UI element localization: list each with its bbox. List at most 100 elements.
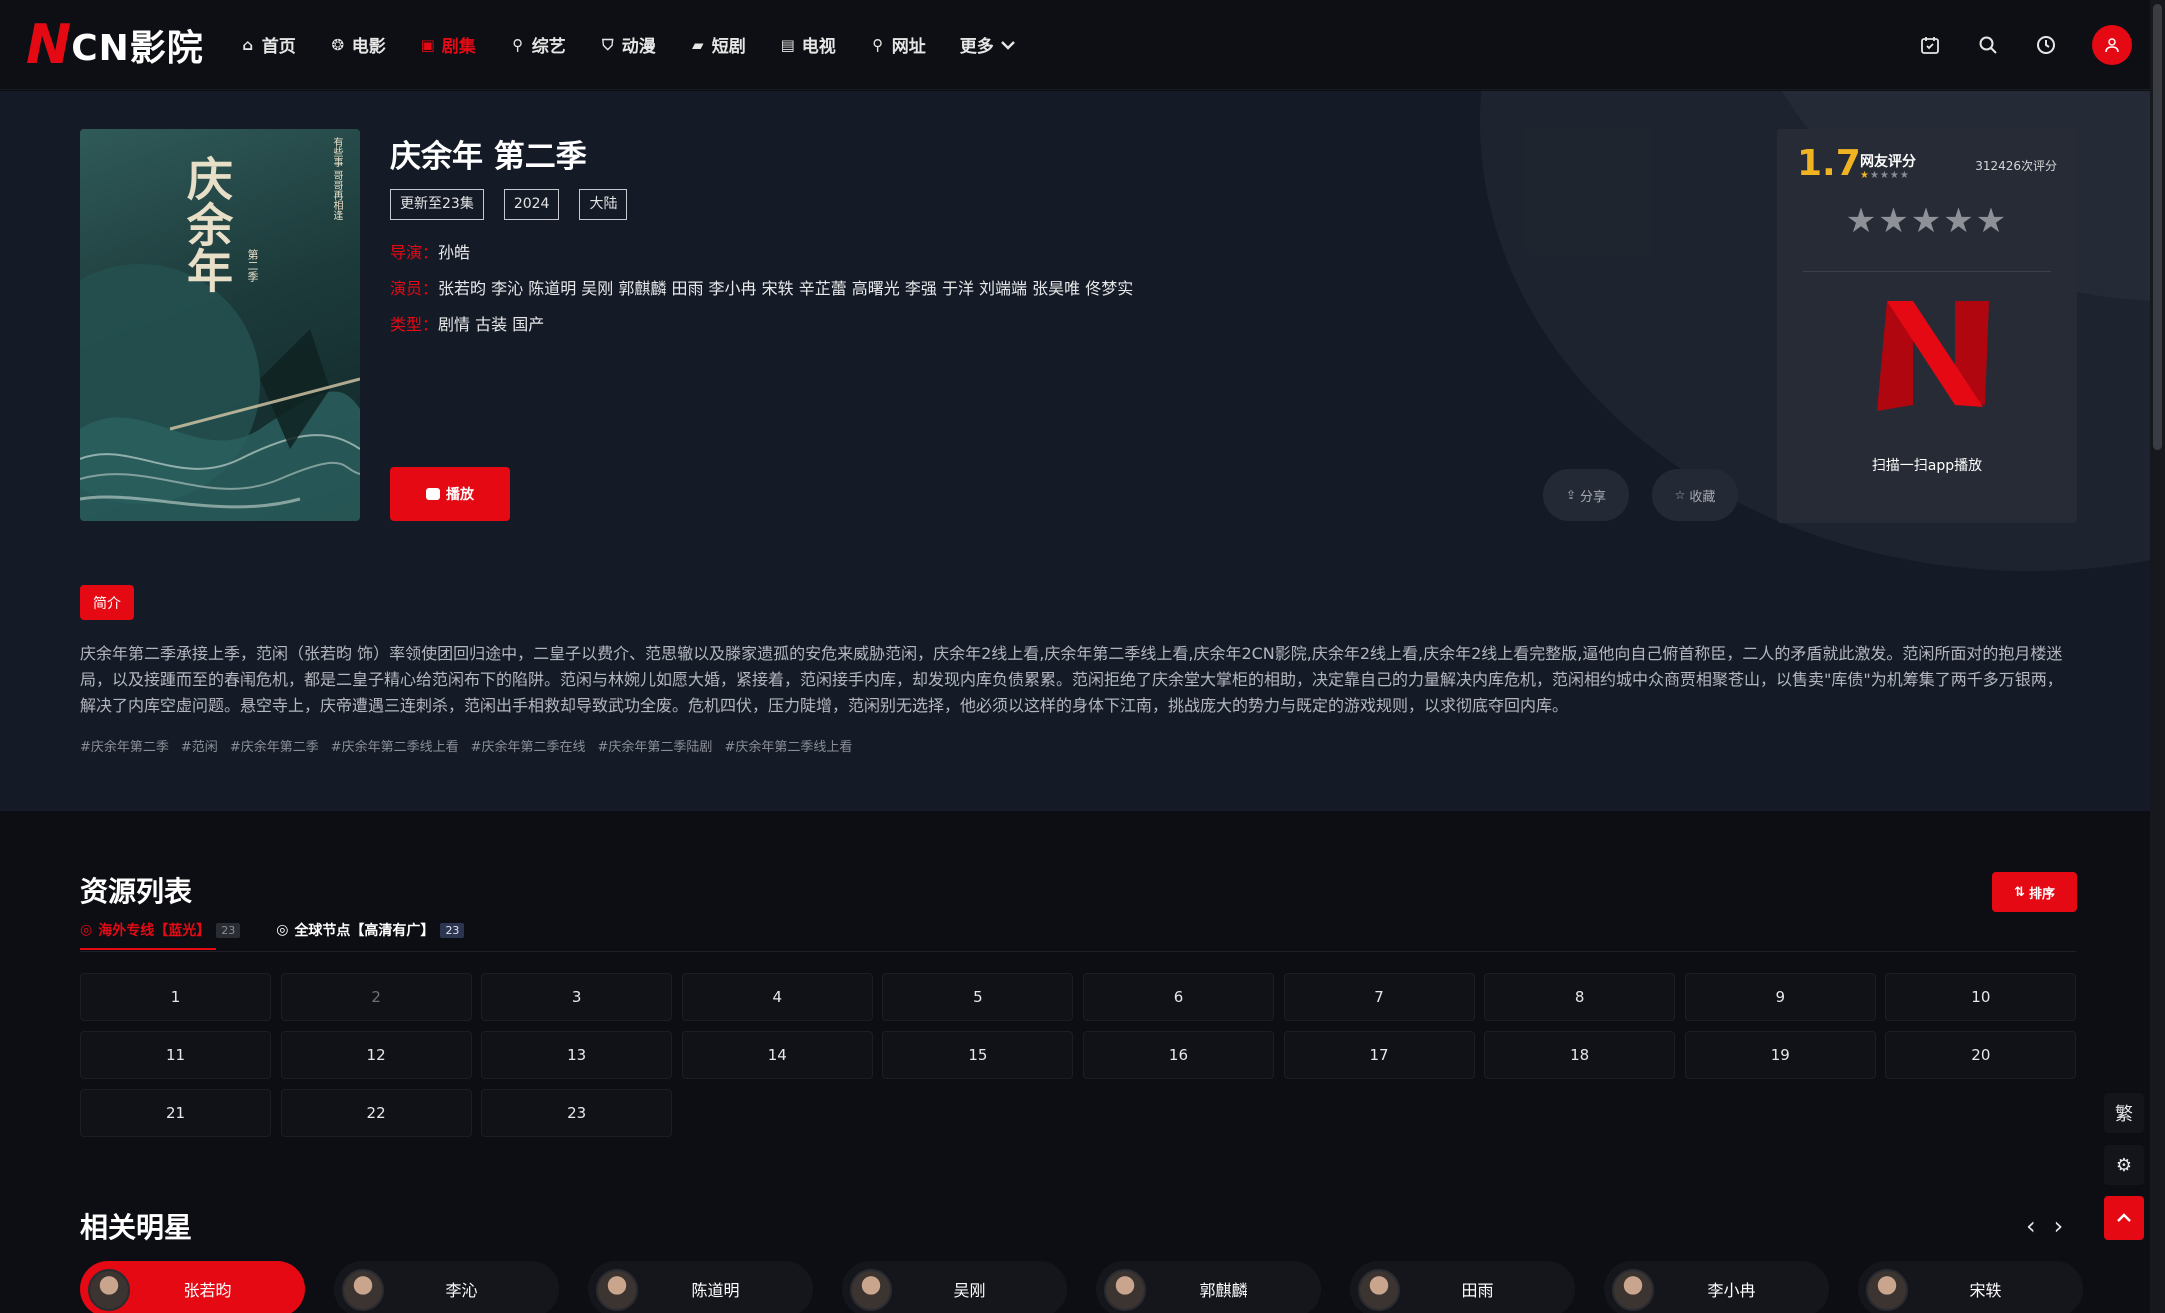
source-count: 23 xyxy=(216,922,241,938)
page-scrollbar[interactable] xyxy=(2150,0,2165,1313)
genre-label: 类型： xyxy=(390,315,439,334)
episode-button[interactable]: 22 xyxy=(280,1089,472,1137)
episode-button[interactable]: 20 xyxy=(1885,1031,2077,1079)
episode-button[interactable]: 19 xyxy=(1684,1031,1876,1079)
star-outline-icon: ☆ xyxy=(1674,488,1686,502)
director-label: 导演： xyxy=(390,243,439,262)
nav-tv[interactable]: ▤ 电视 xyxy=(780,32,836,58)
episode-button[interactable]: 14 xyxy=(681,1031,873,1079)
nav-anime[interactable]: ⛉ 动漫 xyxy=(600,32,656,58)
episode-button[interactable]: 4 xyxy=(681,973,873,1021)
play-button[interactable]: 播放 xyxy=(390,467,510,521)
nav-label: 电影 xyxy=(351,37,386,57)
favorite-label: 收藏 xyxy=(1689,489,1716,505)
cast-row: 演员：张若昀 李沁 陈道明 吴刚 郭麒麟 田雨 李小冉 宋轶 辛芷蕾 高曙光 李… xyxy=(390,275,1133,299)
site-logo[interactable]: N CN影院 xyxy=(26,17,204,72)
episode-button[interactable]: 16 xyxy=(1082,1031,1274,1079)
hashtag[interactable]: #庆余年第二季 xyxy=(80,736,169,755)
shield-icon: ⛉ xyxy=(602,35,614,54)
hashtag[interactable]: #庆余年第二季线上看 xyxy=(724,736,852,755)
episode-button[interactable]: 9 xyxy=(1684,973,1876,1021)
episode-button[interactable]: 17 xyxy=(1283,1031,1475,1079)
episode-button[interactable]: 15 xyxy=(882,1031,1074,1079)
traditional-chinese-toggle[interactable]: 繁 xyxy=(2104,1093,2144,1133)
star-item[interactable]: 李沁 xyxy=(334,1261,559,1313)
source-tab-overseas[interactable]: ◎ 海外专线【蓝光】 23 xyxy=(80,920,241,950)
episode-button[interactable]: 11 xyxy=(80,1031,271,1079)
star-item[interactable]: 田雨 xyxy=(1350,1261,1575,1313)
link-icon: ⚲ xyxy=(872,35,884,54)
history-clock-icon[interactable] xyxy=(2034,33,2058,57)
nav-series[interactable]: ▣ 剧集 xyxy=(420,32,476,58)
chevron-down-icon xyxy=(1000,36,1016,54)
calendar-check-icon[interactable] xyxy=(1918,33,1942,57)
hashtag[interactable]: #庆余年第二季 xyxy=(230,736,319,755)
back-to-top-button[interactable] xyxy=(2104,1196,2144,1240)
episode-button[interactable]: 5 xyxy=(882,973,1074,1021)
divider xyxy=(1803,271,2051,272)
star-item[interactable]: 宋轶 xyxy=(1858,1261,2083,1313)
episode-button[interactable]: 3 xyxy=(481,973,673,1021)
source-tab-global[interactable]: ◎ 全球节点【高清有广】 23 xyxy=(276,920,465,950)
source-name: 全球节点【高清有广】 xyxy=(294,923,435,939)
star-item[interactable]: 张若昀 xyxy=(80,1261,305,1313)
episode-button[interactable]: 18 xyxy=(1484,1031,1676,1079)
genre-value[interactable]: 剧情 古装 国产 xyxy=(438,315,544,334)
user-avatar-button[interactable] xyxy=(2092,25,2132,65)
user-icon xyxy=(2105,38,2119,53)
rate-stars[interactable]: ★★★★★ xyxy=(1777,201,2077,241)
episode-button[interactable]: 6 xyxy=(1082,973,1274,1021)
episode-button[interactable]: 1 xyxy=(80,973,271,1021)
search-icon[interactable] xyxy=(1976,33,2000,57)
star-item[interactable]: 吴刚 xyxy=(842,1261,1067,1313)
intro-text: 庆余年第二季承接上季，范闲（张若昀 饰）率领使团回归途中，二皇子以费介、范思辙以… xyxy=(80,644,2063,715)
hashtag[interactable]: #庆余年第二季在线 xyxy=(471,736,586,755)
episode-button[interactable]: 23 xyxy=(481,1089,673,1137)
nav-home[interactable]: ⌂ 首页 xyxy=(240,32,295,58)
episode-button[interactable]: 21 xyxy=(80,1089,271,1137)
nav-urls[interactable]: ⚲ 网址 xyxy=(870,32,926,58)
cast-value[interactable]: 张若昀 李沁 陈道明 吴刚 郭麒麟 田雨 李小冉 宋轶 辛芷蕾 高曙光 李强 于… xyxy=(438,279,1133,298)
director-value[interactable]: 孙皓 xyxy=(438,243,470,262)
episode-button[interactable]: 2 xyxy=(280,973,472,1021)
star-item[interactable]: 郭麒麟 xyxy=(1096,1261,1321,1313)
genre-row: 类型：剧情 古装 国产 xyxy=(390,311,544,335)
share-button[interactable]: ⇪ 分享 xyxy=(1543,469,1629,521)
stars-row: 张若昀 李沁 陈道明 吴刚 郭麒麟 田雨 李小冉 宋轶 xyxy=(80,1261,2083,1313)
nav-more[interactable]: 更多 xyxy=(960,32,1016,57)
poster-image[interactable]: 庆余年 第二季 有些事 哥哥再相逢 xyxy=(80,129,360,521)
tag-region[interactable]: 大陆 xyxy=(579,189,628,220)
episode-button[interactable]: 12 xyxy=(280,1031,472,1079)
star-avatar xyxy=(596,1269,638,1311)
sort-button[interactable]: ⇅ 排序 xyxy=(1992,872,2077,912)
hashtag[interactable]: #范闲 xyxy=(181,736,218,755)
rating-mini-stars: ★★★★★ xyxy=(1860,170,1910,181)
hashtag[interactable]: #庆余年第二季陆剧 xyxy=(598,736,713,755)
nav-variety[interactable]: ⚲ 综艺 xyxy=(510,32,566,58)
nav-short-drama[interactable]: ▰ 短剧 xyxy=(690,32,746,58)
poster-subtitle: 第二季 xyxy=(246,249,259,282)
episode-button[interactable]: 13 xyxy=(481,1031,673,1079)
chevron-right-icon[interactable]: › xyxy=(2054,1212,2064,1240)
settings-gear-icon[interactable]: ⚙ xyxy=(2104,1145,2144,1185)
rating-score: 1.7 xyxy=(1797,143,1861,184)
star-item[interactable]: 李小冉 xyxy=(1604,1261,1829,1313)
nav-label: 短剧 xyxy=(711,37,746,57)
sort-label: 排序 xyxy=(2028,886,2055,902)
tablet-icon: ▰ xyxy=(691,35,704,54)
tag-year[interactable]: 2024 xyxy=(503,189,560,220)
info-tags: 更新至23集 2024 大陆 xyxy=(390,189,628,220)
header-actions xyxy=(1918,0,2132,90)
chevron-left-icon[interactable]: ‹ xyxy=(2026,1212,2036,1240)
hashtag[interactable]: #庆余年第二季线上看 xyxy=(331,736,459,755)
app-qr-logo xyxy=(1873,301,1993,411)
intro-badge: 简介 xyxy=(80,585,134,620)
star-item[interactable]: 陈道明 xyxy=(588,1261,813,1313)
nav-label: 剧集 xyxy=(441,37,476,57)
scrollbar-thumb[interactable] xyxy=(2153,4,2162,450)
episode-button[interactable]: 8 xyxy=(1484,973,1676,1021)
episode-button[interactable]: 10 xyxy=(1885,973,2077,1021)
episode-button[interactable]: 7 xyxy=(1283,973,1475,1021)
favorite-button[interactable]: ☆ 收藏 xyxy=(1652,469,1738,521)
nav-movies[interactable]: ❂ 电影 xyxy=(330,32,386,58)
